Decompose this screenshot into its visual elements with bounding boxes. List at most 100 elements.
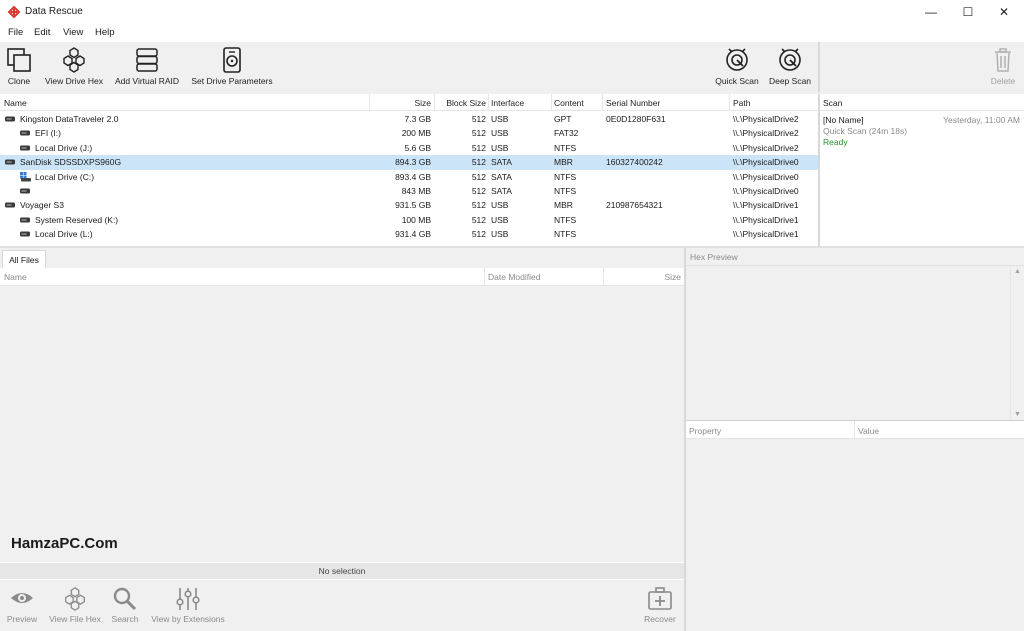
eye-icon — [11, 593, 33, 603]
drive-row[interactable]: 843 MB 512 SATA NTFS \\.\PhysicalDrive0 — [0, 184, 818, 198]
scan-toolbar: Delete — [820, 42, 1024, 92]
drive-path: \\.\PhysicalDrive1 — [733, 214, 799, 225]
hex-preview-panel — [686, 266, 1024, 420]
drive-name: System Reserved (K:) — [35, 214, 119, 225]
column-name[interactable]: Name — [4, 98, 27, 108]
radar-icon — [779, 48, 801, 71]
drive-content: NTFS — [554, 142, 577, 153]
app-logo-icon — [7, 5, 21, 19]
column-size[interactable]: Size — [370, 98, 431, 108]
drive-path: \\.\PhysicalDrive1 — [733, 229, 799, 240]
drive-row[interactable]: Kingston DataTraveler 2.0 7.3 GB 512 USB GPT… — [0, 112, 818, 126]
radar-icon — [726, 48, 748, 71]
add-virtual-raid-button[interactable]: Add Virtual RAID — [113, 42, 181, 92]
scroll-down-icon[interactable]: ▼ — [1014, 411, 1021, 418]
volume-icon — [20, 145, 30, 151]
drive-name: SanDisk SDSSDXPS960G — [20, 157, 122, 168]
drive-list: Name Size Block Size Interface Content S… — [0, 94, 818, 246]
menu-bar: File Edit View Help — [0, 25, 1024, 41]
column-date-modified[interactable]: Date Modified — [488, 272, 540, 282]
scan-entry-type: Quick Scan (24m 18s) — [823, 126, 908, 136]
clone-button[interactable]: Clone — [2, 42, 36, 92]
drive-row[interactable]: System Reserved (K:) 100 MB 512 USB NTFS \\.\… — [0, 213, 818, 227]
window-title: Data Rescue — [25, 6, 83, 17]
drive-block-size: 512 — [471, 229, 486, 240]
column-interface[interactable]: Interface — [491, 98, 524, 108]
clone-icon — [7, 48, 31, 72]
column-file-name[interactable]: Name — [4, 272, 27, 282]
delete-button[interactable]: Delete — [988, 42, 1018, 92]
drive-serial: 160327400242 — [606, 157, 663, 168]
drive-size: 7.3 GB — [404, 114, 431, 124]
drive-name: EFI (I:) — [35, 128, 61, 139]
column-file-size[interactable]: Size — [604, 272, 681, 282]
volume-icon — [20, 130, 30, 136]
drive-icon — [5, 202, 15, 208]
column-property[interactable]: Property — [689, 426, 721, 436]
properties-panel — [686, 439, 1024, 631]
quick-scan-button[interactable]: Quick Scan — [714, 42, 760, 92]
title-bar: Data Rescue — ☐ ✕ — [0, 0, 1024, 24]
drive-row[interactable]: Local Drive (C:) 893.4 GB 512 SATA NTFS \\.\P… — [0, 170, 818, 184]
view-by-extensions-button[interactable]: View by Extensions — [148, 580, 228, 631]
volume-icon — [20, 231, 30, 237]
recover-icon — [648, 587, 672, 610]
tab-all-files[interactable]: All Files — [2, 250, 46, 268]
drive-path: \\.\PhysicalDrive0 — [733, 171, 799, 182]
column-block-size[interactable]: Block Size — [435, 98, 486, 108]
drive-row[interactable]: Local Drive (L:) 931.4 GB 512 USB NTFS \\.\Ph… — [0, 227, 818, 241]
minimize-button[interactable]: — — [914, 0, 948, 24]
trash-icon — [995, 48, 1011, 72]
scan-entry-name: [No Name] — [823, 115, 864, 125]
drive-size: 100 MB — [401, 214, 431, 225]
drive-interface: USB — [491, 128, 509, 139]
scroll-up-icon[interactable]: ▲ — [1014, 268, 1021, 275]
windows-volume-icon — [20, 171, 31, 182]
set-drive-parameters-button[interactable]: Set Drive Parameters — [189, 42, 275, 92]
selection-status: No selection — [0, 563, 684, 579]
menu-edit[interactable]: Edit — [34, 27, 50, 38]
menu-help[interactable]: Help — [95, 27, 115, 38]
drive-block-size: 512 — [471, 214, 486, 225]
volume-icon — [20, 217, 30, 223]
drive-row[interactable]: Local Drive (J:) 5.6 GB 512 USB NTFS \\.\Phys… — [0, 141, 818, 155]
scan-panel: Scan [No Name] Yesterday, 11:00 AM Quick… — [820, 94, 1024, 246]
drive-row[interactable]: Voyager S3 931.5 GB 512 USB MBR 210987654321 \… — [0, 198, 818, 212]
scan-panel-header: Scan — [820, 94, 1024, 111]
drive-name: Local Drive (J:) — [35, 142, 93, 153]
menu-file[interactable]: File — [8, 27, 23, 38]
column-content[interactable]: Content — [554, 98, 584, 108]
close-button[interactable]: ✕ — [987, 0, 1021, 24]
file-tabs: All Files — [0, 248, 684, 268]
drive-row[interactable]: EFI (I:) 200 MB 512 USB FAT32 \\.\PhysicalDri… — [0, 126, 818, 140]
column-value[interactable]: Value — [858, 426, 879, 436]
hex-preview-scrollbar[interactable]: ▲ ▼ — [1010, 266, 1024, 420]
drive-interface: SATA — [491, 171, 512, 182]
menu-view[interactable]: View — [63, 27, 83, 38]
drive-parameters-icon — [223, 47, 241, 73]
recover-button[interactable]: Recover — [640, 580, 680, 631]
drive-name: Voyager S3 — [20, 200, 64, 211]
preview-button[interactable]: Preview — [4, 580, 40, 631]
bottom-toolbar: Preview View File Hex Search View by Ext… — [0, 580, 684, 631]
maximize-button[interactable]: ☐ — [951, 0, 985, 24]
view-file-hex-button[interactable]: View File Hex — [47, 580, 103, 631]
toolbar: Clone View Drive Hex Add Virtual RAID Se… — [0, 42, 818, 92]
deep-scan-button[interactable]: Deep Scan — [766, 42, 814, 92]
drive-content: FAT32 — [554, 128, 579, 139]
drive-row[interactable]: SanDisk SDSSDXPS960G 894.3 GB 512 SATA MBR 16… — [0, 155, 818, 170]
drive-name: Kingston DataTraveler 2.0 — [20, 114, 119, 124]
column-path[interactable]: Path — [733, 98, 751, 108]
drive-size: 200 MB — [401, 128, 431, 139]
search-button[interactable]: Search — [108, 580, 142, 631]
drive-icon — [5, 116, 15, 122]
drive-path: \\.\PhysicalDrive2 — [733, 142, 799, 153]
drive-content: NTFS — [554, 214, 577, 225]
drive-content: NTFS — [554, 171, 577, 182]
drive-content: GPT — [554, 114, 572, 124]
hex-icon — [63, 47, 85, 73]
drive-size: 843 MB — [401, 186, 431, 196]
column-serial-number[interactable]: Serial Number — [606, 98, 660, 108]
view-drive-hex-button[interactable]: View Drive Hex — [44, 42, 104, 92]
file-list[interactable] — [0, 286, 684, 562]
